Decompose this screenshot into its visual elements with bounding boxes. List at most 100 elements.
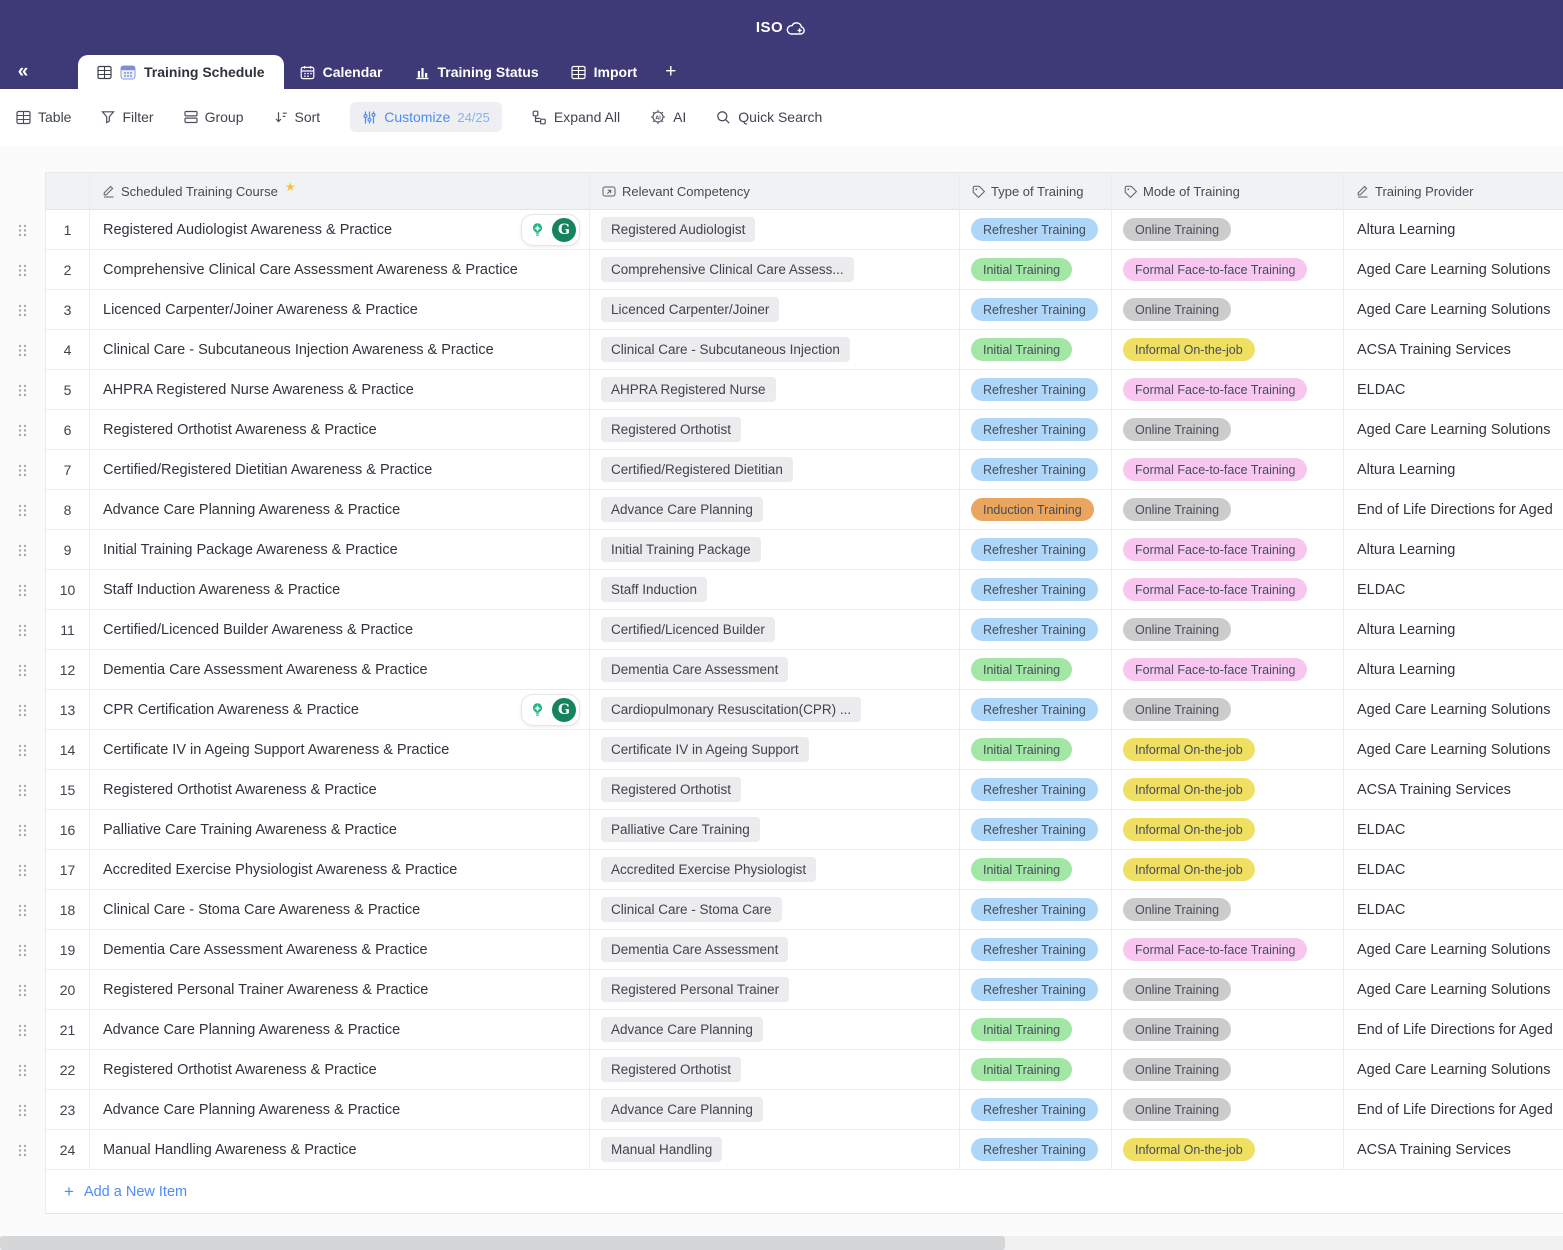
provider-cell[interactable]: Aged Care Learning Solutions bbox=[1344, 690, 1563, 730]
row-number[interactable]: 24 bbox=[45, 1130, 90, 1170]
type-cell[interactable]: Refresher Training bbox=[960, 610, 1112, 650]
type-cell[interactable]: Refresher Training bbox=[960, 1130, 1112, 1170]
course-cell[interactable]: Manual Handling Awareness & Practice bbox=[90, 1130, 590, 1170]
course-cell[interactable]: Advance Care Planning Awareness & Practi… bbox=[90, 1010, 590, 1050]
row-number[interactable]: 9 bbox=[45, 530, 90, 570]
column-header-provider[interactable]: Training Provider bbox=[1344, 172, 1563, 210]
provider-cell[interactable]: Altura Learning bbox=[1344, 610, 1563, 650]
mode-cell[interactable]: Informal On-the-job bbox=[1112, 330, 1344, 370]
type-cell[interactable]: Initial Training bbox=[960, 850, 1112, 890]
course-cell[interactable]: Clinical Care - Stoma Care Awareness & P… bbox=[90, 890, 590, 930]
type-cell[interactable]: Refresher Training bbox=[960, 1090, 1112, 1130]
course-cell[interactable]: Registered Audiologist Awareness & Pract… bbox=[90, 210, 590, 250]
row-number[interactable]: 18 bbox=[45, 890, 90, 930]
lightbulb-icon[interactable] bbox=[525, 698, 549, 722]
competency-cell[interactable]: Cardiopulmonary Resuscitation(CPR) ... bbox=[590, 690, 960, 730]
course-cell[interactable]: Certified/Registered Dietitian Awareness… bbox=[90, 450, 590, 490]
provider-cell[interactable]: Altura Learning bbox=[1344, 210, 1563, 250]
type-cell[interactable]: Initial Training bbox=[960, 1050, 1112, 1090]
provider-cell[interactable]: Aged Care Learning Solutions bbox=[1344, 970, 1563, 1010]
row-drag-handle[interactable] bbox=[0, 570, 45, 610]
row-drag-handle[interactable] bbox=[0, 650, 45, 690]
row-number[interactable]: 2 bbox=[45, 250, 90, 290]
row-drag-handle[interactable] bbox=[0, 530, 45, 570]
column-header-competency[interactable]: Relevant Competency bbox=[590, 172, 960, 210]
row-number[interactable]: 12 bbox=[45, 650, 90, 690]
provider-cell[interactable]: ACSA Training Services bbox=[1344, 770, 1563, 810]
grammarly-icon[interactable]: G bbox=[552, 218, 576, 242]
row-number[interactable]: 13 bbox=[45, 690, 90, 730]
mode-cell[interactable]: Formal Face-to-face Training bbox=[1112, 570, 1344, 610]
row-drag-handle[interactable] bbox=[0, 970, 45, 1010]
row-number[interactable]: 21 bbox=[45, 1010, 90, 1050]
type-cell[interactable]: Refresher Training bbox=[960, 290, 1112, 330]
row-drag-handle[interactable] bbox=[0, 770, 45, 810]
mode-cell[interactable]: Online Training bbox=[1112, 970, 1344, 1010]
column-header-type[interactable]: Type of Training bbox=[960, 172, 1112, 210]
provider-cell[interactable]: Aged Care Learning Solutions bbox=[1344, 1050, 1563, 1090]
provider-cell[interactable]: Altura Learning bbox=[1344, 450, 1563, 490]
type-cell[interactable]: Initial Training bbox=[960, 250, 1112, 290]
provider-cell[interactable]: ELDAC bbox=[1344, 570, 1563, 610]
row-number[interactable]: 10 bbox=[45, 570, 90, 610]
course-cell[interactable]: Certified/Licenced Builder Awareness & P… bbox=[90, 610, 590, 650]
provider-cell[interactable]: Aged Care Learning Solutions bbox=[1344, 930, 1563, 970]
add-view-button[interactable]: + bbox=[653, 55, 688, 89]
provider-cell[interactable]: Altura Learning bbox=[1344, 530, 1563, 570]
row-number[interactable]: 20 bbox=[45, 970, 90, 1010]
type-cell[interactable]: Refresher Training bbox=[960, 210, 1112, 250]
course-cell[interactable]: Initial Training Package Awareness & Pra… bbox=[90, 530, 590, 570]
expand-all-button[interactable]: Expand All bbox=[532, 109, 620, 125]
mode-cell[interactable]: Formal Face-to-face Training bbox=[1112, 650, 1344, 690]
table-view-button[interactable]: Table bbox=[16, 109, 71, 125]
course-cell[interactable]: Advance Care Planning Awareness & Practi… bbox=[90, 1090, 590, 1130]
type-cell[interactable]: Refresher Training bbox=[960, 970, 1112, 1010]
mode-cell[interactable]: Formal Face-to-face Training bbox=[1112, 250, 1344, 290]
course-cell[interactable]: Registered Personal Trainer Awareness & … bbox=[90, 970, 590, 1010]
provider-cell[interactable]: End of Life Directions for Aged bbox=[1344, 1010, 1563, 1050]
provider-cell[interactable]: Altura Learning bbox=[1344, 650, 1563, 690]
add-new-item-button[interactable]: + Add a New Item bbox=[45, 1170, 1563, 1214]
competency-cell[interactable]: Certified/Registered Dietitian bbox=[590, 450, 960, 490]
extension-badge[interactable]: G bbox=[521, 694, 580, 726]
row-number[interactable]: 7 bbox=[45, 450, 90, 490]
provider-cell[interactable]: ELDAC bbox=[1344, 810, 1563, 850]
competency-cell[interactable]: Accredited Exercise Physiologist bbox=[590, 850, 960, 890]
row-number[interactable]: 19 bbox=[45, 930, 90, 970]
type-cell[interactable]: Refresher Training bbox=[960, 690, 1112, 730]
filter-button[interactable]: Filter bbox=[101, 109, 153, 125]
competency-cell[interactable]: Comprehensive Clinical Care Assess... bbox=[590, 250, 960, 290]
competency-cell[interactable]: Clinical Care - Stoma Care bbox=[590, 890, 960, 930]
row-number[interactable]: 16 bbox=[45, 810, 90, 850]
competency-cell[interactable]: Dementia Care Assessment bbox=[590, 930, 960, 970]
provider-cell[interactable]: Aged Care Learning Solutions bbox=[1344, 290, 1563, 330]
row-number[interactable]: 3 bbox=[45, 290, 90, 330]
competency-cell[interactable]: Clinical Care - Subcutaneous Injection bbox=[590, 330, 960, 370]
row-number[interactable]: 23 bbox=[45, 1090, 90, 1130]
competency-cell[interactable]: Licenced Carpenter/Joiner bbox=[590, 290, 960, 330]
tab-calendar[interactable]: Calendar bbox=[284, 55, 399, 89]
course-cell[interactable]: Palliative Care Training Awareness & Pra… bbox=[90, 810, 590, 850]
row-drag-handle[interactable] bbox=[0, 730, 45, 770]
row-number[interactable]: 11 bbox=[45, 610, 90, 650]
course-cell[interactable]: Licenced Carpenter/Joiner Awareness & Pr… bbox=[90, 290, 590, 330]
competency-cell[interactable]: Certified/Licenced Builder bbox=[590, 610, 960, 650]
type-cell[interactable]: Refresher Training bbox=[960, 450, 1112, 490]
row-drag-handle[interactable] bbox=[0, 690, 45, 730]
mode-cell[interactable]: Online Training bbox=[1112, 890, 1344, 930]
competency-cell[interactable]: Registered Orthotist bbox=[590, 410, 960, 450]
row-number[interactable]: 6 bbox=[45, 410, 90, 450]
type-cell[interactable]: Initial Training bbox=[960, 330, 1112, 370]
row-drag-handle[interactable] bbox=[0, 1130, 45, 1170]
competency-cell[interactable]: Palliative Care Training bbox=[590, 810, 960, 850]
provider-cell[interactable]: End of Life Directions for Aged bbox=[1344, 490, 1563, 530]
tab-import[interactable]: Import bbox=[555, 55, 654, 89]
course-cell[interactable]: AHPRA Registered Nurse Awareness & Pract… bbox=[90, 370, 590, 410]
ai-button[interactable]: AI AI bbox=[650, 109, 686, 125]
competency-cell[interactable]: Registered Personal Trainer bbox=[590, 970, 960, 1010]
course-cell[interactable]: Accredited Exercise Physiologist Awarene… bbox=[90, 850, 590, 890]
competency-cell[interactable]: Registered Orthotist bbox=[590, 1050, 960, 1090]
tab-training-status[interactable]: Training Status bbox=[399, 55, 555, 89]
row-number[interactable]: 14 bbox=[45, 730, 90, 770]
mode-cell[interactable]: Formal Face-to-face Training bbox=[1112, 930, 1344, 970]
